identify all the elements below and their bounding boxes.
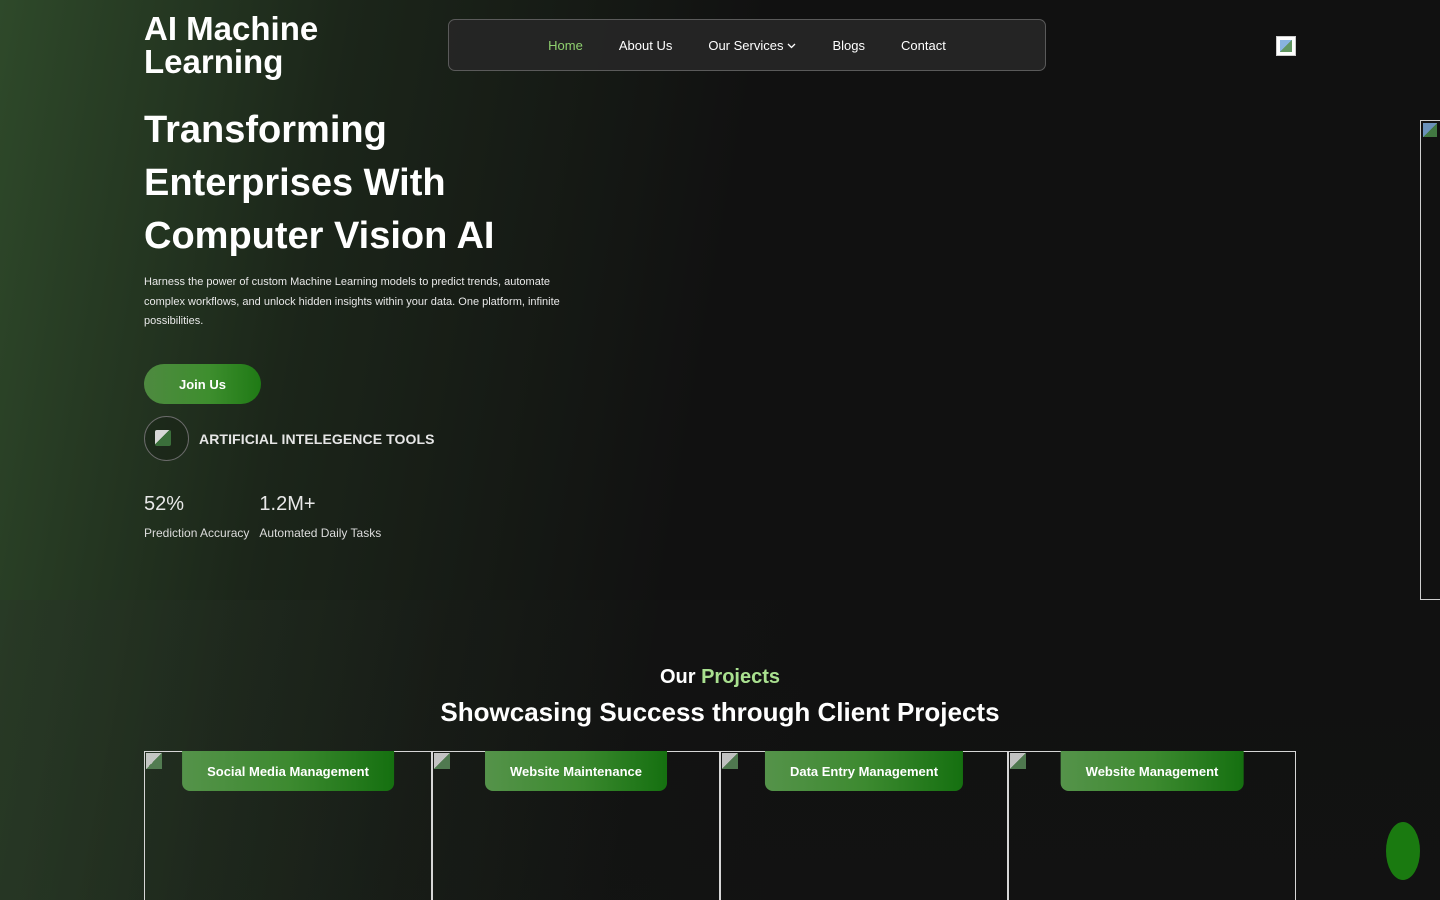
floating-action-button[interactable]: [1386, 822, 1420, 880]
project-card[interactable]: Data Entry Management: [720, 751, 1008, 900]
hero-stats: 52% Prediction Accuracy 1.2M+ Automated …: [144, 492, 381, 540]
nav-label-about-us: About Us: [618, 37, 673, 53]
side-image-frame: [1420, 120, 1440, 600]
project-cards: Social Media Management Website Maintena…: [144, 751, 1296, 900]
project-card[interactable]: Website Maintenance: [432, 751, 720, 900]
hero-title: Transforming Enterprises With Computer V…: [144, 109, 495, 257]
nav-item-about-us[interactable]: About Us: [601, 38, 690, 53]
nav-item-our-services[interactable]: Our Services: [690, 38, 814, 53]
chevron-down-icon: [787, 41, 796, 52]
project-card-tag: Website Maintenance: [485, 751, 667, 791]
stat-automated-daily-tasks: 1.2M+ Automated Daily Tasks: [259, 492, 381, 540]
projects-eyebrow: Our Projects: [0, 666, 1440, 689]
nav-label-blogs: Blogs: [832, 37, 866, 53]
project-card[interactable]: Website Management: [1008, 751, 1296, 900]
project-card-tag: Social Media Management: [182, 751, 394, 791]
nav-label-contact: Contact: [901, 37, 946, 53]
broken-image-icon: [146, 753, 162, 769]
broken-image-icon: [722, 753, 738, 769]
project-card-tag: Data Entry Management: [764, 751, 964, 791]
project-card[interactable]: Social Media Management: [144, 751, 432, 900]
nav-item-blogs[interactable]: Blogs: [814, 38, 883, 53]
projects-title: Showcasing Success through Client Projec…: [440, 697, 1000, 727]
main-navigation: Home About Us Our Services Blogs Contact: [448, 19, 1046, 71]
stat-prediction-accuracy: 52% Prediction Accuracy: [144, 492, 249, 540]
brand-logo-text[interactable]: AI Machine Learning: [144, 12, 404, 78]
stat-label: Prediction Accuracy: [144, 526, 250, 540]
ai-tools-label: ARTIFICIAL INTELEGENCE TOOLS: [199, 430, 435, 447]
hero-description: Harness the power of custom Machine Lear…: [144, 276, 560, 327]
stat-value: 52%: [144, 493, 185, 515]
broken-image-icon: [434, 753, 450, 769]
ai-tools-row[interactable]: ARTIFICIAL INTELEGENCE TOOLS: [144, 416, 435, 461]
nav-item-home[interactable]: Home: [530, 38, 601, 53]
projects-eyebrow-accent: Projects: [701, 666, 781, 688]
broken-image-icon[interactable]: [1276, 36, 1296, 56]
nav-item-contact[interactable]: Contact: [883, 38, 964, 53]
stat-label: Automated Daily Tasks: [259, 526, 382, 540]
nav-label-home: Home: [548, 37, 583, 53]
nav-label-our-services: Our Services: [708, 37, 784, 53]
join-us-button[interactable]: Join Us: [144, 364, 261, 404]
projects-eyebrow-prefix: Our: [659, 666, 696, 688]
ai-tools-image-icon: [144, 416, 189, 461]
project-card-tag: Website Management: [1060, 751, 1244, 791]
stat-value: 1.2M+: [259, 493, 316, 515]
broken-image-icon: [1010, 753, 1026, 769]
